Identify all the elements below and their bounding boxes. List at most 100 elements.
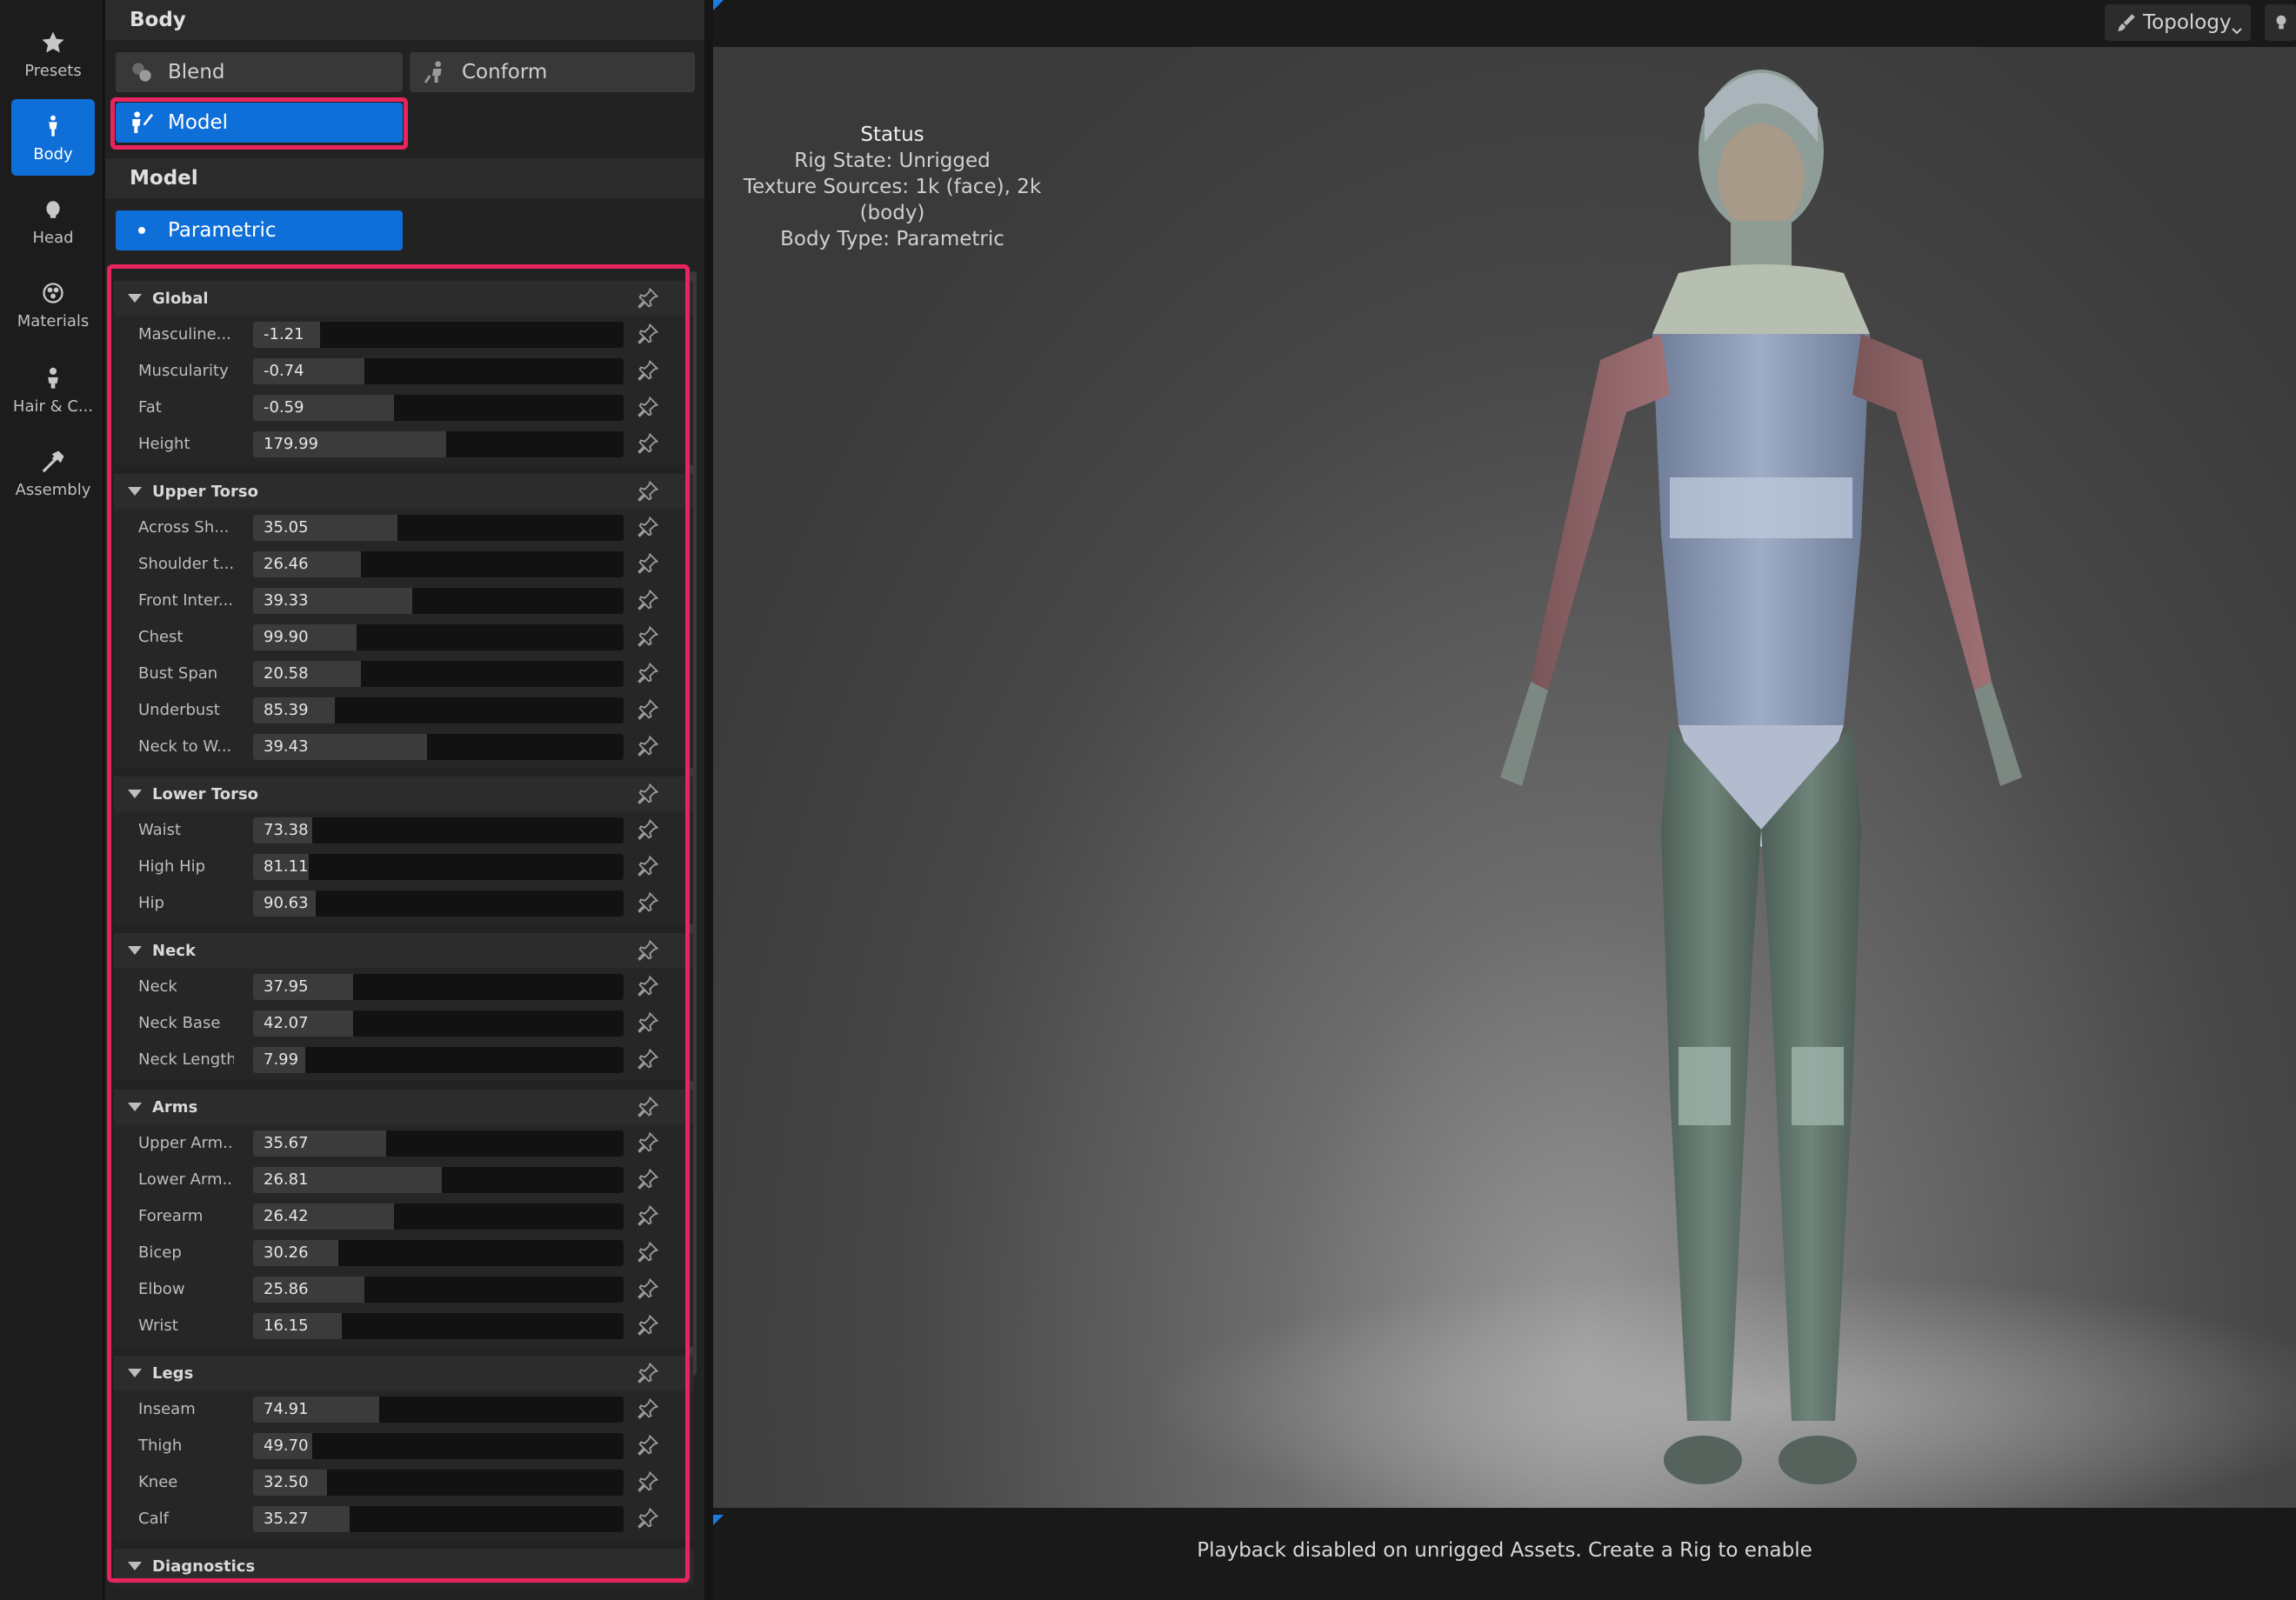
param-slider[interactable]: 85.39 [253, 697, 624, 723]
param-slider[interactable]: 42.07 [253, 1010, 624, 1037]
param-slider[interactable]: 35.27 [253, 1506, 624, 1532]
collapse-arrow-icon[interactable] [128, 1369, 142, 1377]
rail-item-assembly[interactable]: Assembly [11, 435, 95, 511]
group-header[interactable]: Legs [114, 1356, 693, 1390]
param-slider[interactable]: 20.58 [253, 661, 624, 687]
conform-button[interactable]: Conform [410, 52, 695, 92]
collapse-arrow-icon[interactable] [128, 946, 142, 955]
pin-icon[interactable] [636, 479, 660, 503]
pin-icon[interactable] [636, 1095, 660, 1119]
pin-icon[interactable] [636, 1433, 660, 1457]
param-slider[interactable]: -1.21 [253, 322, 624, 348]
group-header[interactable]: Arms [114, 1090, 693, 1124]
collapse-arrow-icon[interactable] [128, 294, 142, 303]
blend-label: Blend [168, 61, 225, 83]
group-header[interactable]: Neck [114, 933, 693, 968]
param-slider[interactable]: 26.42 [253, 1203, 624, 1230]
blend-button[interactable]: Blend [116, 52, 403, 92]
pin-icon[interactable] [636, 624, 660, 649]
playback-message: Playback disabled on unrigged Assets. Cr… [1197, 1539, 1812, 1562]
param-slider[interactable]: 30.26 [253, 1240, 624, 1266]
rail-item-hair[interactable]: Hair & C... [11, 351, 95, 428]
param-slider[interactable]: 99.90 [253, 624, 624, 650]
param-slider[interactable]: 32.50 [253, 1470, 624, 1496]
group-header[interactable]: Global [114, 281, 693, 316]
pin-icon[interactable] [636, 1506, 660, 1530]
param-slider[interactable]: 49.70 [253, 1433, 624, 1459]
param-label: Across Sh... [138, 517, 230, 537]
param-label: Wrist [138, 1316, 178, 1335]
param-label: Muscularity [138, 361, 229, 380]
model-button[interactable]: Model [116, 103, 403, 143]
collapse-arrow-icon[interactable] [128, 487, 142, 496]
collapse-arrow-icon[interactable] [128, 1103, 142, 1111]
param-slider[interactable]: 37.95 [253, 974, 624, 1000]
rail-item-materials[interactable]: Materials [11, 266, 95, 343]
group-header[interactable]: Lower Torso [114, 777, 693, 811]
rail-item-body[interactable]: Body [11, 99, 95, 176]
collapse-arrow-icon[interactable] [128, 790, 142, 798]
pin-icon[interactable] [636, 358, 660, 383]
pin-icon[interactable] [636, 1010, 660, 1035]
group-header[interactable]: Upper Torso [114, 474, 693, 509]
param-slider[interactable]: 90.63 [253, 890, 624, 917]
pin-icon[interactable] [636, 734, 660, 758]
pin-icon[interactable] [636, 1470, 660, 1494]
topology-button[interactable]: Topology [2105, 4, 2251, 41]
param-slider[interactable]: 16.15 [253, 1313, 624, 1339]
parameter-groups: Global Masculine... -1.21 Muscularity -0.74 F… [114, 272, 693, 1600]
pin-icon[interactable] [636, 1130, 660, 1155]
viewport-toolbar: Topology [713, 0, 2296, 47]
param-slider[interactable]: 25.86 [253, 1277, 624, 1303]
pin-icon[interactable] [636, 890, 660, 915]
pin-icon[interactable] [636, 1361, 660, 1385]
rail-item-head[interactable]: Head [11, 183, 95, 259]
pin-icon[interactable] [636, 322, 660, 346]
pin-icon[interactable] [636, 661, 660, 685]
param-slider[interactable]: 35.05 [253, 515, 624, 541]
pin-icon[interactable] [636, 697, 660, 722]
param-slider[interactable]: 39.33 [253, 588, 624, 614]
pin-icon[interactable] [636, 1203, 660, 1228]
param-value: 74.91 [264, 1400, 309, 1418]
pin-icon[interactable] [636, 1047, 660, 1071]
pin-icon[interactable] [636, 854, 660, 878]
pin-icon[interactable] [636, 782, 660, 806]
viewport[interactable]: Topology Status Rig State: Unrigged Text… [713, 0, 2296, 1600]
light-button[interactable] [2265, 4, 2296, 41]
rail-item-presets[interactable]: Presets [11, 16, 95, 92]
param-slider[interactable]: 26.81 [253, 1167, 624, 1193]
parametric-button[interactable]: Parametric [116, 210, 403, 250]
pin-icon[interactable] [636, 1240, 660, 1264]
pin-icon[interactable] [636, 1397, 660, 1421]
param-slider[interactable]: -0.59 [253, 395, 624, 421]
pin-icon[interactable] [636, 1313, 660, 1337]
group-header[interactable]: Diagnostics [114, 1549, 693, 1583]
group-title: Neck [152, 941, 196, 960]
param-slider[interactable]: -0.74 [253, 358, 624, 384]
param-slider[interactable]: 26.46 [253, 551, 624, 577]
collapse-arrow-icon[interactable] [128, 1562, 142, 1570]
pin-icon[interactable] [636, 286, 660, 310]
3d-scene[interactable]: Status Rig State: Unrigged Texture Sourc… [713, 47, 2296, 1508]
param-slider[interactable]: 81.11 [253, 854, 624, 880]
pin-icon[interactable] [636, 588, 660, 612]
param-slider[interactable]: 73.38 [253, 817, 624, 843]
param-value: 179.99 [264, 435, 318, 453]
pin-icon[interactable] [636, 1167, 660, 1191]
param-slider[interactable]: 35.67 [253, 1130, 624, 1157]
param-value: 26.81 [264, 1170, 309, 1189]
pin-icon[interactable] [636, 938, 660, 963]
param-slider[interactable]: 7.99 [253, 1047, 624, 1073]
pin-icon[interactable] [636, 431, 660, 456]
pin-icon[interactable] [636, 551, 660, 576]
pin-icon[interactable] [636, 974, 660, 998]
param-slider[interactable]: 74.91 [253, 1397, 624, 1423]
pin-icon[interactable] [636, 395, 660, 419]
param-slider[interactable]: 179.99 [253, 431, 624, 457]
param-label: Masculine... [138, 324, 231, 343]
param-slider[interactable]: 39.43 [253, 734, 624, 760]
pin-icon[interactable] [636, 1277, 660, 1301]
pin-icon[interactable] [636, 515, 660, 539]
pin-icon[interactable] [636, 817, 660, 842]
